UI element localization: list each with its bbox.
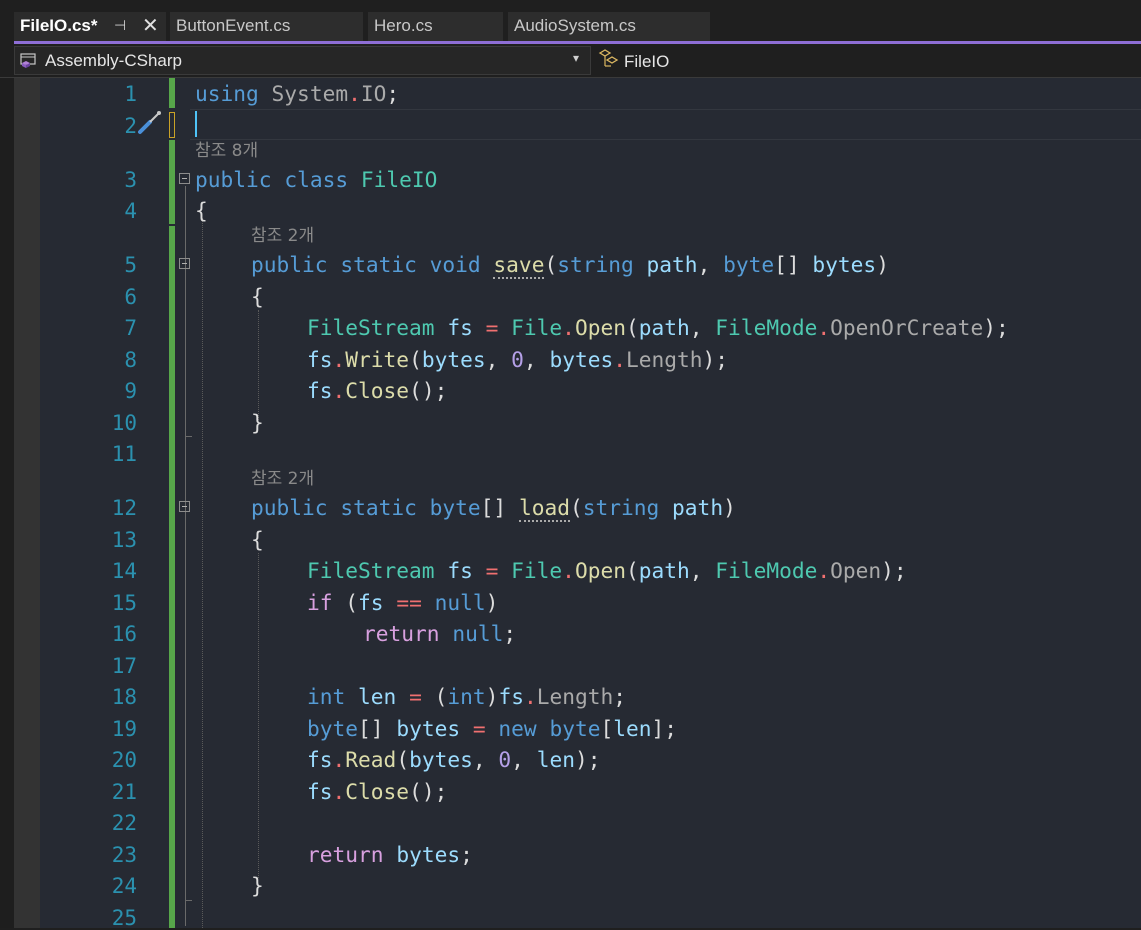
code-line: FileStream fs = File.Open(path, FileMode… xyxy=(307,315,1009,340)
pin-icon[interactable]: ⊣ xyxy=(114,17,126,34)
line-number: 7 xyxy=(124,316,137,340)
line-number: 24 xyxy=(111,874,137,898)
code-line: fs.Read(bytes, 0, len); xyxy=(307,747,601,772)
tab-label: FileIO.cs* xyxy=(20,16,98,35)
project-dropdown[interactable]: Assembly-CSharp ▾ xyxy=(14,46,591,75)
chevron-down-icon[interactable]: ▾ xyxy=(573,51,579,65)
codelens-references[interactable]: 참조 2개 xyxy=(251,469,314,489)
tab-label: AudioSystem.cs xyxy=(514,16,636,35)
collapse-icon[interactable] xyxy=(179,501,190,512)
line-number: 25 xyxy=(111,906,137,930)
project-name: Assembly-CSharp xyxy=(45,51,182,70)
code-line: { xyxy=(251,527,264,552)
line-number: 12 xyxy=(111,496,137,520)
line-number: 10 xyxy=(111,411,137,435)
line-number: 14 xyxy=(111,559,137,583)
code-line: public static byte[] load(string path) xyxy=(251,495,736,522)
line-number: 15 xyxy=(111,591,137,615)
current-line-highlight xyxy=(190,109,1141,140)
line-number: 23 xyxy=(111,843,137,867)
code-line: { xyxy=(251,284,264,309)
code-line: { xyxy=(195,198,208,223)
code-line: FileStream fs = File.Open(path, FileMode… xyxy=(307,558,907,583)
close-icon[interactable]: ✕ xyxy=(142,13,159,38)
code-line: return null; xyxy=(363,621,517,646)
collapse-icon[interactable] xyxy=(179,173,190,184)
line-number: 19 xyxy=(111,717,137,741)
line-number: 21 xyxy=(111,780,137,804)
change-bar xyxy=(169,140,175,224)
code-line: public static void save(string path, byt… xyxy=(251,252,889,279)
code-line: fs.Close(); xyxy=(307,378,448,403)
indent-guide xyxy=(258,553,259,878)
code-editor[interactable]: 1 2 3 4 5 6 7 8 9 10 11 12 13 14 15 16 1… xyxy=(0,78,1141,930)
line-number: 18 xyxy=(111,685,137,709)
navigation-bar: Assembly-CSharp ▾ FileIO xyxy=(0,44,1141,78)
line-number: 8 xyxy=(124,348,137,372)
line-number: 22 xyxy=(111,811,137,835)
change-bar xyxy=(169,78,175,108)
line-number: 4 xyxy=(124,199,137,223)
tab-hero[interactable]: Hero.cs xyxy=(368,12,503,41)
line-number: 1 xyxy=(124,82,137,106)
outline-line xyxy=(185,186,186,926)
outline-end xyxy=(185,900,192,901)
code-line: using System.IO; xyxy=(195,81,400,106)
outline-end xyxy=(185,436,192,437)
line-number: 20 xyxy=(111,748,137,772)
line-number: 2 xyxy=(124,114,137,138)
editor-margin xyxy=(14,78,40,928)
code-line: } xyxy=(251,410,264,435)
code-line: fs.Close(); xyxy=(307,779,448,804)
project-icon xyxy=(20,53,36,68)
code-line: if (fs == null) xyxy=(307,590,499,615)
line-number: 13 xyxy=(111,528,137,552)
line-number: 5 xyxy=(124,253,137,277)
code-line: byte[] bytes = new byte[len]; xyxy=(307,716,678,741)
text-caret xyxy=(195,111,197,137)
line-number: 16 xyxy=(111,622,137,646)
change-bar xyxy=(169,226,175,928)
line-number: 3 xyxy=(124,168,137,192)
line-number: 6 xyxy=(124,285,137,309)
unsaved-change-marker xyxy=(169,112,175,138)
quick-actions-screwdriver-icon[interactable] xyxy=(136,110,164,136)
type-name: FileIO xyxy=(624,52,670,71)
codelens-references[interactable]: 참조 2개 xyxy=(251,226,314,246)
collapse-icon[interactable] xyxy=(179,258,190,269)
code-line: return bytes; xyxy=(307,842,473,867)
code-line: public class FileIO xyxy=(195,167,438,192)
indent-guide xyxy=(202,218,203,928)
tab-fileio[interactable]: FileIO.cs* ⊣ ✕ xyxy=(14,12,166,41)
line-number: 11 xyxy=(111,442,137,466)
type-dropdown[interactable]: FileIO xyxy=(596,46,1141,75)
code-line: int len = (int)fs.Length; xyxy=(307,684,627,709)
document-tab-strip: FileIO.cs* ⊣ ✕ ButtonEvent.cs Hero.cs Au… xyxy=(0,0,1141,44)
code-line: fs.Write(bytes, 0, bytes.Length); xyxy=(307,347,729,372)
class-icon xyxy=(598,49,619,67)
indent-guide xyxy=(258,310,259,420)
tab-audiosystem[interactable]: AudioSystem.cs xyxy=(508,12,710,41)
codelens-references[interactable]: 참조 8개 xyxy=(195,141,258,161)
tab-buttonevent[interactable]: ButtonEvent.cs xyxy=(170,12,363,41)
tab-label: Hero.cs xyxy=(374,16,433,35)
line-number: 17 xyxy=(111,654,137,678)
tab-label: ButtonEvent.cs xyxy=(176,16,291,35)
line-number: 9 xyxy=(124,379,137,403)
code-line: } xyxy=(251,873,264,898)
